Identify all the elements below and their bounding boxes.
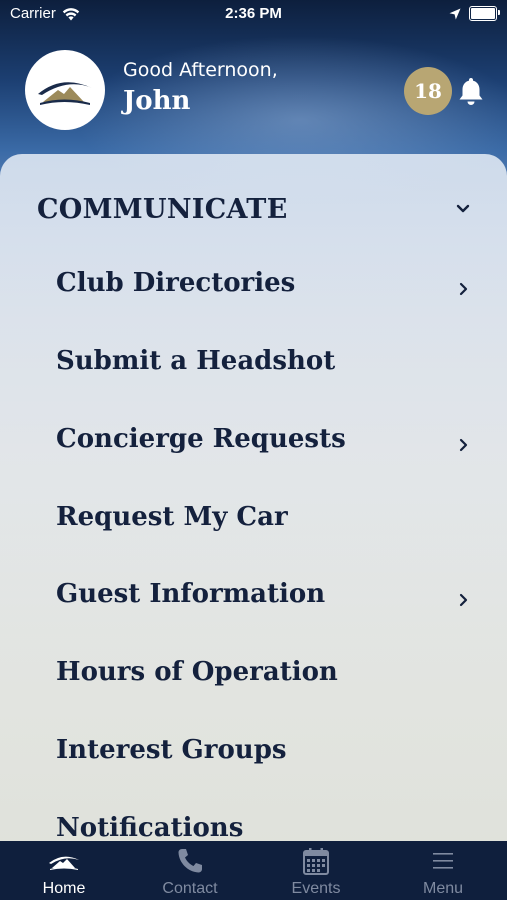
menu-item-label: Club Directories [56, 268, 296, 298]
menu-item-label: Interest Groups [56, 735, 287, 765]
hamburger-icon [433, 853, 453, 869]
tab-home[interactable]: Home [1, 841, 127, 900]
menu-item-label: Guest Information [56, 579, 326, 609]
tab-icon-wrap [1, 845, 127, 877]
chevron-right-icon [459, 282, 468, 296]
menu-item-hours-of-operation[interactable]: Hours of Operation [0, 647, 507, 707]
menu-item-submit-headshot[interactable]: Submit a Headshot [0, 336, 507, 396]
battery-icon [469, 6, 500, 21]
status-time: 2:36 PM [225, 5, 282, 22]
club-logo[interactable] [25, 50, 105, 130]
bell-icon[interactable] [458, 76, 484, 106]
chevron-right-icon [459, 593, 468, 607]
battery-level [471, 8, 495, 19]
greeting-text: Good Afternoon, [123, 59, 278, 81]
location-arrow-icon [449, 8, 461, 19]
tab-label: Events [291, 880, 341, 897]
tab-icon-wrap [380, 845, 506, 877]
mountain-logo-icon [38, 82, 92, 105]
header: Good Afternoon, John 18 [0, 30, 507, 150]
menu-item-interest-groups[interactable]: Interest Groups [0, 725, 507, 785]
user-name: John [123, 86, 191, 116]
tab-menu[interactable]: Menu [380, 841, 506, 900]
notification-count-badge[interactable]: 18 [404, 67, 452, 115]
menu-item-request-my-car[interactable]: Request My Car [0, 492, 507, 552]
status-bar: Carrier 2:36 PM [0, 0, 507, 30]
tab-bar: Home Contact Events Menu [0, 841, 507, 900]
tab-icon-wrap [127, 845, 253, 877]
club-logo-icon [49, 856, 79, 870]
menu-item-label: Request My Car [56, 502, 288, 532]
menu-item-label: Submit a Headshot [56, 346, 336, 376]
section-title: COMMUNICATE [37, 194, 288, 225]
menu-item-guest-information[interactable]: Guest Information [0, 569, 507, 629]
section-header-communicate[interactable]: COMMUNICATE [0, 190, 507, 234]
menu-item-label: Notifications [56, 813, 244, 843]
chevron-right-icon [459, 438, 468, 452]
menu-item-label: Concierge Requests [56, 424, 346, 454]
phone-icon [178, 849, 202, 873]
menu-panel: COMMUNICATE Club Directories Submit a He… [0, 154, 507, 854]
menu-item-label: Hours of Operation [56, 657, 338, 687]
calendar-icon [303, 848, 329, 875]
chevron-down-icon [456, 204, 470, 213]
tab-events[interactable]: Events [253, 841, 379, 900]
tab-label: Menu [422, 880, 464, 897]
menu-item-concierge-requests[interactable]: Concierge Requests [0, 414, 507, 474]
menu-item-club-directories[interactable]: Club Directories [0, 258, 507, 318]
tab-icon-wrap [253, 845, 379, 877]
status-right [449, 6, 500, 21]
tab-label: Contact [162, 880, 218, 897]
tab-label: Home [42, 880, 86, 897]
tab-contact[interactable]: Contact [127, 841, 253, 900]
